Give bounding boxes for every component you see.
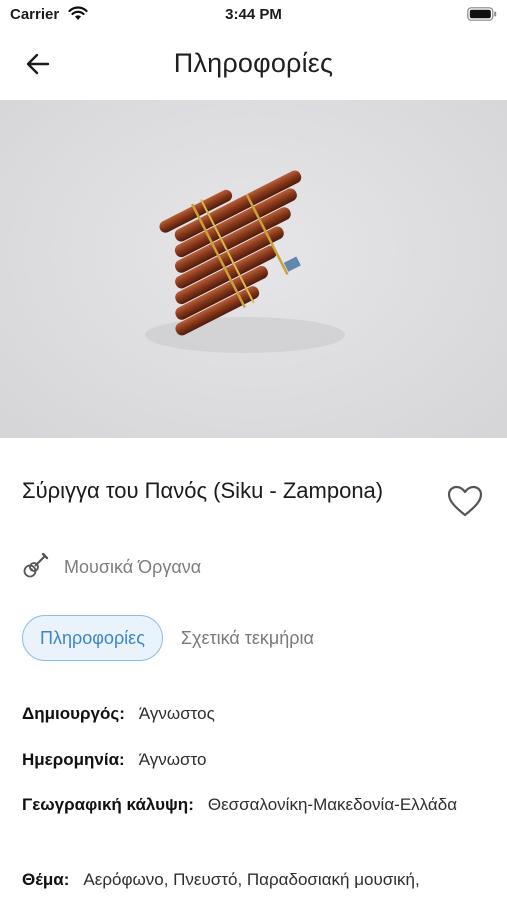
category-row: Μουσικά Όργανα — [22, 552, 201, 582]
field-label: Θέμα: — [22, 870, 70, 889]
battery-icon — [467, 7, 497, 26]
field-value: Άγνωστο — [138, 750, 207, 769]
field-label: Ημερομηνία: — [22, 750, 125, 769]
status-bar: Carrier 3:44 PM — [0, 0, 507, 30]
field-label: Γεωγραφική κάλυψη: — [22, 795, 194, 814]
field-label: Δημιουργός: — [22, 704, 125, 723]
heart-outline-icon — [447, 485, 483, 522]
field-subject: Θέμα: Αερόφωνο, Πνευστό, Παραδοσιακή μουσ… — [22, 866, 487, 894]
field-date: Ημερομηνία: Άγνωστο — [22, 746, 487, 774]
tab-bar: Πληροφορίες Σχετικά τεκμήρια — [22, 613, 314, 663]
field-geographic-coverage: Γεωγραφική κάλυψη: Θεσσαλονίκη-Μακεδονία-… — [22, 791, 487, 819]
app-header: Πληροφορίες — [0, 30, 507, 100]
item-title: Σύριγγα του Πανός (Siku - Zampona) — [22, 478, 384, 503]
field-value: Άγνωστος — [138, 704, 215, 723]
favorite-button[interactable] — [444, 484, 486, 522]
item-image — [0, 100, 507, 438]
field-creator: Δημιουργός: Άγνωστος — [22, 700, 487, 728]
field-value: Θεσσαλονίκη-Μακεδονία-Ελλάδα — [207, 795, 458, 814]
pan-flute-image — [145, 170, 345, 353]
tab-info[interactable]: Πληροφορίες — [22, 615, 163, 661]
page-title: Πληροφορίες — [173, 48, 334, 78]
category-label: Μουσικά Όργανα — [64, 556, 202, 577]
tab-related-items[interactable]: Σχετικά τεκμήρια — [181, 628, 314, 649]
clock: 3:44 PM — [225, 6, 282, 23]
field-value: Αερόφωνο, Πνευστό, Παραδοσιακή μουσική, — [83, 870, 420, 889]
guitar-icon — [22, 551, 50, 584]
